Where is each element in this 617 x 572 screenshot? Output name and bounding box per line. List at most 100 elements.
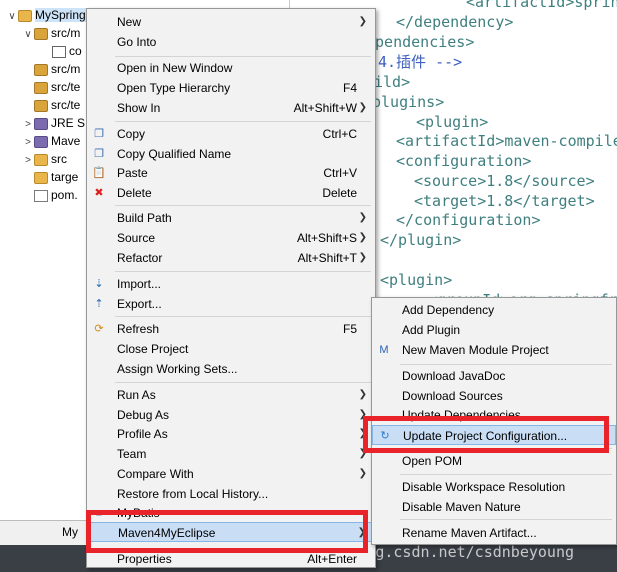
menu-item-label: Export... xyxy=(117,297,162,311)
menu-item-label: Add Dependency xyxy=(402,303,495,317)
menu-item-label: Disable Maven Nature xyxy=(402,500,521,514)
sub-download-sources[interactable]: Download Sources xyxy=(372,386,616,406)
menu-team[interactable]: Team ❯ xyxy=(87,444,375,464)
shortcut-label: Alt+Enter xyxy=(307,552,357,566)
submenu-arrow-icon: ❯ xyxy=(358,16,367,27)
menu-mybatis[interactable]: ■ MyBatis xyxy=(87,503,375,523)
menu-separator xyxy=(115,382,371,383)
tree-item[interactable]: co xyxy=(40,42,82,60)
class-icon xyxy=(52,45,66,58)
pkg-icon xyxy=(34,99,48,112)
menu-item-label: Build Path xyxy=(117,211,172,225)
menu-item-label: Paste xyxy=(117,166,148,180)
tree-item-label: src/te xyxy=(51,80,81,94)
bottom-tab-label[interactable]: My xyxy=(62,525,78,539)
menu-delete[interactable]: ✖ Delete Delete xyxy=(87,183,375,203)
menu-item-label: MyBatis xyxy=(117,506,160,520)
chevron-down-icon[interactable]: ∨ xyxy=(6,8,18,26)
tree-item[interactable]: ∨ MySpring xyxy=(6,6,86,24)
code-line: </dependency> xyxy=(396,13,514,31)
pkg-icon xyxy=(34,81,48,94)
sub-update-project-configuration[interactable]: ↻ Update Project Configuration... xyxy=(372,425,616,445)
menu-refresh[interactable]: ⟳ Refresh F5 xyxy=(87,319,375,339)
menu-restore-local-history[interactable]: Restore from Local History... xyxy=(87,484,375,504)
tree-item[interactable]: > Mave xyxy=(22,132,80,150)
shortcut-label: Ctrl+V xyxy=(323,166,357,180)
menu-close-project[interactable]: Close Project xyxy=(87,339,375,359)
sub-update-dependencies[interactable]: Update Dependencies xyxy=(372,405,616,425)
menu-copy-qualified-name[interactable]: ❐ Copy Qualified Name xyxy=(87,144,375,164)
menu-paste[interactable]: 📋 Paste Ctrl+V xyxy=(87,163,375,183)
menu-export[interactable]: ⇡ Export... xyxy=(87,294,375,314)
tree-item[interactable]: src/m xyxy=(22,60,80,78)
shortcut-label: F5 xyxy=(342,322,357,336)
code-line: plugins> xyxy=(372,93,445,111)
copy-icon: ❐ xyxy=(94,148,104,160)
update-icon: ↻ xyxy=(380,430,390,442)
sub-download-javadoc[interactable]: Download JavaDoc xyxy=(372,366,616,386)
menu-build-path[interactable]: Build Path ❯ xyxy=(87,208,375,228)
code-line: <target>1.8</target> xyxy=(414,192,595,210)
sub-disable-workspace-resolution[interactable]: Disable Workspace Resolution xyxy=(372,477,616,497)
menu-go-into[interactable]: Go Into xyxy=(87,32,375,52)
sub-open-pom[interactable]: Open POM xyxy=(372,451,616,471)
menu-import[interactable]: ⇣ Import... xyxy=(87,274,375,294)
chevron-down-icon[interactable]: ∨ xyxy=(22,26,34,44)
code-line: ild> xyxy=(374,73,411,91)
menu-item-label: Team xyxy=(117,447,147,461)
tree-item[interactable]: src/te xyxy=(22,78,80,96)
menu-separator xyxy=(115,121,371,122)
menu-open-new-window[interactable]: Open in New Window xyxy=(87,58,375,78)
copy-icon: ❐ xyxy=(94,128,104,140)
tree-item[interactable]: > JRE S xyxy=(22,114,85,132)
menu-separator xyxy=(115,205,371,206)
tree-item[interactable]: pom. xyxy=(22,186,78,204)
tree-item-label: src xyxy=(51,152,67,166)
sub-rename-maven-artifact[interactable]: Rename Maven Artifact... xyxy=(372,523,616,543)
folder-icon xyxy=(34,153,48,166)
submenu-arrow-icon: ❯ xyxy=(358,409,367,420)
menu-profile-as[interactable]: Profile As ❯ xyxy=(87,424,375,444)
menu-refactor[interactable]: Refactor Alt+Shift+T ❯ xyxy=(87,248,375,268)
tree-item[interactable]: src/te xyxy=(22,96,80,114)
sub-add-dependency[interactable]: Add Dependency xyxy=(372,300,616,320)
menu-properties[interactable]: Properties Alt+Enter xyxy=(87,549,375,569)
menu-separator xyxy=(400,519,612,520)
tree-item[interactable]: targe xyxy=(22,168,78,186)
menu-item-label: Profile As xyxy=(117,427,168,441)
menu-debug-as[interactable]: Debug As ❯ xyxy=(87,405,375,425)
menu-separator xyxy=(115,316,371,317)
menu-item-label: Delete xyxy=(117,186,152,200)
sub-disable-maven-nature[interactable]: Disable Maven Nature xyxy=(372,497,616,517)
code-line: </plugin> xyxy=(380,231,462,249)
menu-assign-working-sets[interactable]: Assign Working Sets... xyxy=(87,359,375,379)
menu-item-label: Restore from Local History... xyxy=(117,487,269,501)
mybatis-icon: ■ xyxy=(95,507,103,519)
import-icon: ⇣ xyxy=(94,278,104,290)
menu-show-in[interactable]: Show In Alt+Shift+W ❯ xyxy=(87,98,375,118)
tree-item[interactable]: > src xyxy=(22,150,67,168)
tree-item-label: MySpring xyxy=(35,8,86,22)
menu-item-label: Refresh xyxy=(117,322,160,336)
paste-icon: 📋 xyxy=(92,167,106,179)
submenu-arrow-icon: ❯ xyxy=(358,389,367,400)
sub-add-plugin[interactable]: Add Plugin xyxy=(372,320,616,340)
menu-item-label: Go Into xyxy=(117,35,157,49)
menu-source[interactable]: Source Alt+Shift+S ❯ xyxy=(87,228,375,248)
shortcut-label: Alt+Shift+T xyxy=(297,251,357,265)
menu-run-as[interactable]: Run As ❯ xyxy=(87,385,375,405)
menu-separator xyxy=(400,474,612,475)
menu-open-type-hierarchy[interactable]: Open Type Hierarchy F4 xyxy=(87,78,375,98)
menu-compare-with[interactable]: Compare With ❯ xyxy=(87,464,375,484)
jar-icon xyxy=(34,135,48,148)
menu-separator xyxy=(115,56,371,57)
menu-item-label: Open POM xyxy=(402,454,463,468)
tree-item[interactable]: ∨ src/m xyxy=(22,24,80,42)
menu-copy[interactable]: ❐ Copy Ctrl+C xyxy=(87,124,375,144)
menu-maven4myeclipse[interactable]: Maven4MyEclipse ❯ xyxy=(87,522,375,542)
sub-new-maven-module[interactable]: M New Maven Module Project xyxy=(372,340,616,360)
menu-item-label: Download JavaDoc xyxy=(402,369,506,383)
menu-item-label: New xyxy=(117,15,142,29)
submenu-arrow-icon: ❯ xyxy=(358,468,367,479)
menu-new[interactable]: New ❯ xyxy=(87,12,375,32)
